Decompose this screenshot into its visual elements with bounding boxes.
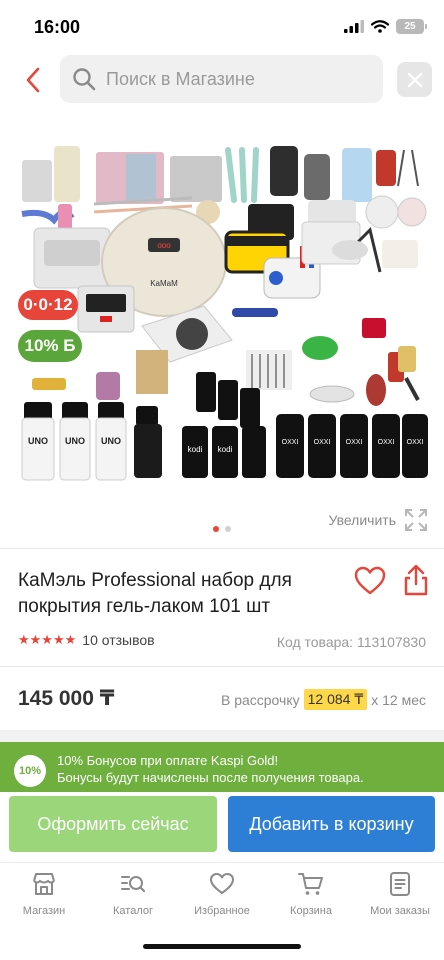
product-image[interactable]: ooo KaMaM UNO UNO UNO kodi kodi OXXI OXX… [14, 140, 430, 490]
chevron-left-icon [26, 67, 40, 93]
svg-text:OXXI: OXXI [378, 439, 395, 446]
orders-icon [390, 872, 410, 896]
share-button[interactable] [403, 564, 431, 598]
battery-icon: 25 [396, 19, 427, 34]
installment-badge: 0·0·12 [18, 290, 78, 320]
cart-icon [298, 873, 323, 895]
buy-now-button[interactable]: Оформить сейчас [9, 796, 217, 852]
product-price: 145 000 ₸ [18, 687, 115, 710]
tab-label: Магазин [22, 905, 66, 917]
section-separator [0, 730, 444, 742]
svg-text:OXXI: OXXI [314, 439, 331, 446]
product-code: Код товара: 113107830 [276, 634, 426, 650]
svg-text:ooo: ooo [157, 241, 171, 250]
store-icon [33, 873, 55, 895]
back-button[interactable] [18, 62, 48, 98]
svg-text:UNO: UNO [28, 436, 48, 446]
heart-icon [354, 566, 386, 595]
search-icon [73, 68, 96, 91]
gallery-dot [225, 526, 231, 532]
kaspi-bonus-banner[interactable]: 10% 10% Бонусов при оплате Kaspi Gold! Б… [0, 742, 444, 792]
svg-text:OXXI: OXXI [346, 439, 363, 446]
search-input[interactable] [106, 68, 356, 90]
wifi-icon [371, 20, 389, 33]
status-icons: 25 [344, 19, 427, 34]
expand-icon [405, 509, 427, 531]
tab-orders[interactable]: Мои заказы [356, 871, 444, 917]
close-icon [407, 72, 422, 87]
svg-text:OXXI: OXXI [282, 439, 299, 446]
installment-term: x 12 мес [371, 691, 426, 708]
rating-stars: ★★★★★ [18, 632, 77, 647]
kaspi-bonus-title: 10% Бонусов при оплате Kaspi Gold! [57, 753, 279, 768]
tab-label: Мои заказы [370, 905, 430, 917]
tab-label: Избранное [194, 905, 250, 917]
svg-text:kodi: kodi [188, 445, 203, 454]
zoom-button[interactable]: Увеличить [328, 508, 428, 532]
tab-label: Корзина [290, 905, 332, 917]
installment-prefix: В рассрочку [220, 691, 300, 708]
clear-search-button[interactable] [397, 62, 432, 97]
lamp-brand-label: KaMaM [150, 279, 178, 288]
tab-label: Каталог [113, 905, 153, 917]
product-gallery[interactable]: ooo KaMaM UNO UNO UNO kodi kodi OXXI OXX… [0, 118, 444, 548]
svg-text:kodi: kodi [218, 445, 233, 454]
kaspi-bonus-note: Бонусы будут начислены после получения т… [57, 770, 364, 785]
tab-catalog[interactable]: Каталог [89, 871, 177, 917]
signal-icon [344, 20, 364, 33]
share-icon [404, 564, 428, 596]
divider [0, 548, 444, 549]
catalog-search-icon [121, 876, 146, 893]
tab-favorites[interactable]: Избранное [178, 871, 266, 917]
heart-icon [210, 873, 234, 894]
svg-text:OXXI: OXXI [407, 439, 424, 446]
reviews-count[interactable]: 10 отзывов [82, 632, 154, 648]
status-time: 16:00 [34, 17, 81, 37]
divider [0, 666, 444, 667]
gallery-pagination [213, 526, 231, 532]
search-bar[interactable] [60, 55, 383, 103]
svg-text:UNO: UNO [101, 436, 121, 446]
zoom-label: Увеличить [328, 512, 396, 528]
tab-store[interactable]: Магазин [0, 871, 88, 917]
installment-info[interactable]: В рассрочку 12 084 ₸ x 12 мес [221, 689, 426, 710]
home-indicator [143, 944, 301, 949]
svg-text:UNO: UNO [65, 436, 85, 446]
product-title: КаМэль Professional набор для покрытия г… [18, 570, 292, 617]
favorite-button[interactable] [354, 566, 386, 598]
gallery-dot-active [213, 526, 219, 532]
add-to-cart-button[interactable]: Добавить в корзину [228, 796, 435, 852]
installment-amount: 12 084 ₸ [303, 689, 368, 710]
rating[interactable]: ★★★★★ 10 отзывов [18, 632, 155, 648]
tab-cart[interactable]: Корзина [267, 871, 355, 917]
kaspi-bonus-badge: 10% [14, 755, 46, 787]
bonus-badge: 10% Б [18, 330, 82, 362]
status-bar: 16:00 25 [0, 0, 444, 52]
